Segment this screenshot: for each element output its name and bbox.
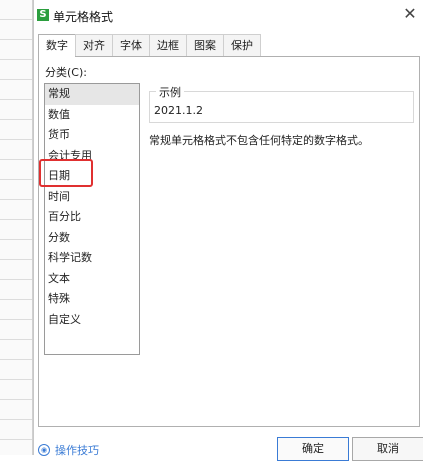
- cancel-button[interactable]: 取消: [352, 437, 423, 461]
- date-highlight-annotation: [39, 159, 93, 187]
- sample-value: 2021.1.2: [154, 104, 203, 117]
- category-item-percentage[interactable]: 百分比: [45, 207, 139, 228]
- category-list[interactable]: 常规 数值 货币 会计专用 日期 时间 百分比 分数 科学记数 文本 特殊 自定…: [44, 83, 140, 355]
- wps-app-icon: S: [37, 9, 49, 21]
- category-item-currency[interactable]: 货币: [45, 125, 139, 146]
- category-item-special[interactable]: 特殊: [45, 289, 139, 310]
- close-icon[interactable]: ✕: [401, 5, 419, 23]
- tab-pattern[interactable]: 图案: [186, 34, 224, 56]
- sample-group: 示例 2021.1.2: [149, 84, 414, 123]
- dialog-title: 单元格格式: [53, 10, 114, 24]
- tips-link[interactable]: ◉ 操作技巧: [38, 442, 99, 458]
- tab-font[interactable]: 字体: [112, 34, 150, 56]
- tab-bar: 数字 对齐 字体 边框 图案 保护: [38, 34, 419, 57]
- tab-border[interactable]: 边框: [149, 34, 187, 56]
- ok-button[interactable]: 确定: [277, 437, 349, 461]
- tab-alignment[interactable]: 对齐: [75, 34, 113, 56]
- play-circle-icon: ◉: [38, 444, 50, 456]
- category-item-time[interactable]: 时间: [45, 187, 139, 208]
- sample-title: 示例: [156, 84, 184, 100]
- category-item-text[interactable]: 文本: [45, 269, 139, 290]
- format-cells-dialog: S 单元格格式 ✕ 数字 对齐 字体 边框 图案 保护 分类(C): 常规 数值…: [33, 0, 423, 461]
- format-description: 常规单元格格式不包含任何特定的数字格式。: [149, 134, 369, 147]
- category-item-number[interactable]: 数值: [45, 105, 139, 126]
- number-tab-panel: 分类(C): 常规 数值 货币 会计专用 日期 时间 百分比 分数 科学记数 文…: [38, 56, 420, 427]
- tab-number[interactable]: 数字: [38, 34, 76, 57]
- category-item-general[interactable]: 常规: [45, 84, 139, 105]
- tab-protection[interactable]: 保护: [223, 34, 261, 56]
- category-item-fraction[interactable]: 分数: [45, 228, 139, 249]
- spreadsheet-background: [0, 0, 33, 455]
- category-item-scientific[interactable]: 科学记数: [45, 248, 139, 269]
- tips-label: 操作技巧: [55, 444, 99, 457]
- category-label: 分类(C):: [45, 66, 87, 79]
- dialog-titlebar: S 单元格格式 ✕: [34, 0, 423, 30]
- category-item-custom[interactable]: 自定义: [45, 310, 139, 331]
- dialog-footer: ◉ 操作技巧 确定 取消: [34, 430, 423, 461]
